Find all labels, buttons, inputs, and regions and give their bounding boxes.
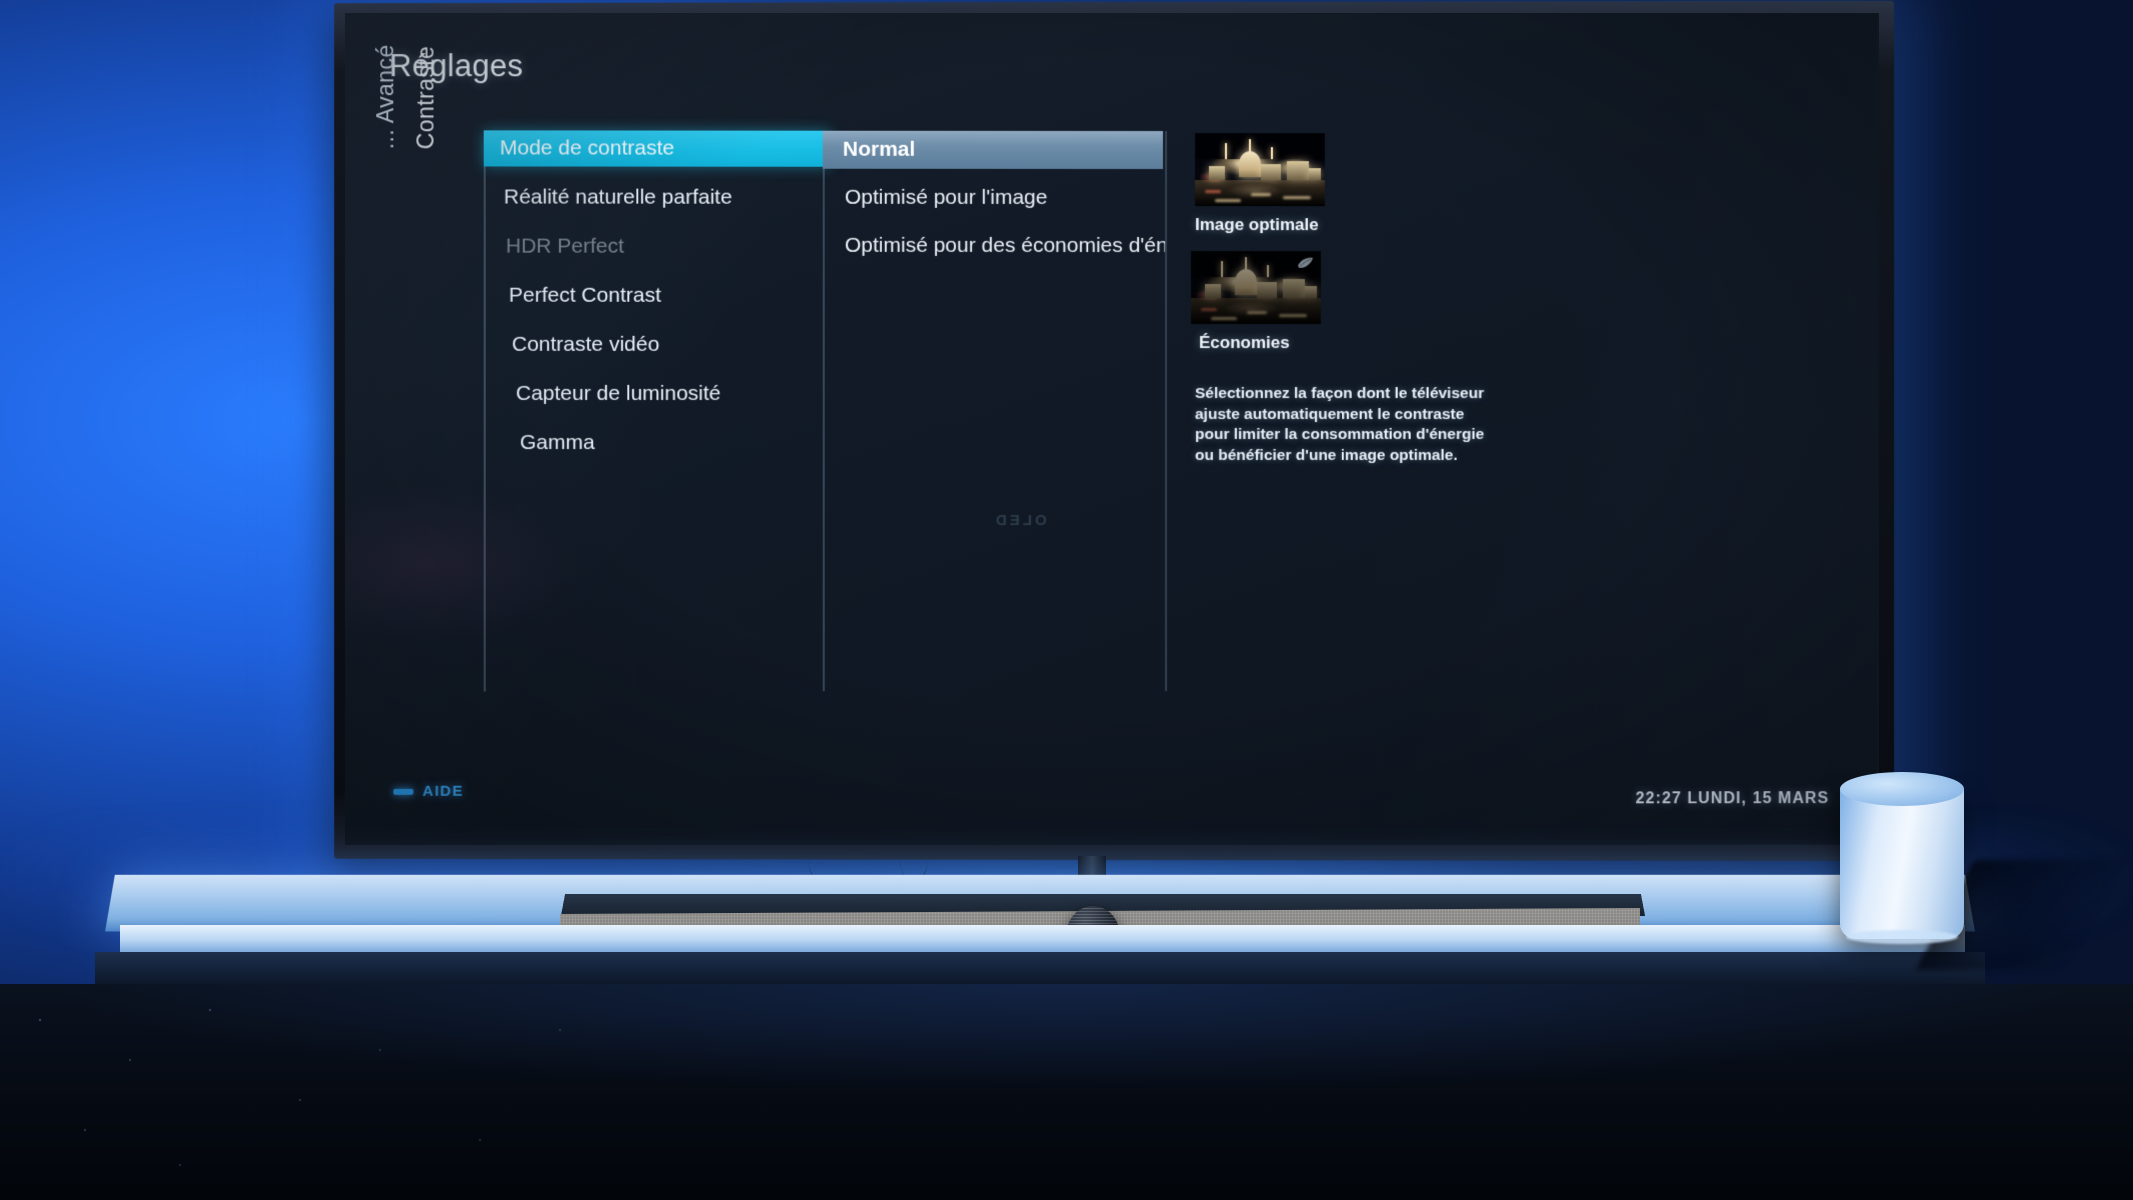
option-item-normal[interactable]: Normal	[822, 130, 1163, 170]
menu-item-mode-de-contraste[interactable]: Mode de contraste	[483, 130, 830, 167]
options-column: Normal Optimisé pour l'image Optimisé po…	[822, 130, 1165, 692]
menu-item-contraste-video[interactable]: Contraste vidéo	[486, 327, 823, 363]
shelf-underside	[95, 952, 1985, 988]
menu-item-label: Gamma	[519, 431, 595, 455]
settings-menu-column: Mode de contraste Réalité naturelle parf…	[483, 130, 830, 692]
smart-speaker-base	[1846, 930, 1958, 944]
menu-item-label: Perfect Contrast	[508, 283, 662, 307]
cityscape-thumbnail-image	[1194, 133, 1325, 207]
menu-item-label: Réalité naturelle parfaite	[503, 185, 733, 209]
smart-speaker	[1840, 789, 1964, 939]
help-button[interactable]: AIDE	[393, 782, 464, 800]
tv-settings-menu: Réglages ... Avancé Contraste Mode de co…	[345, 13, 1878, 845]
floor-texture	[0, 990, 700, 1190]
breadcrumb-parent[interactable]: ... Avancé	[372, 44, 399, 149]
option-item-label: Optimisé pour l'image	[844, 185, 1048, 209]
preview-thumbnail-optimal: Image optimale	[1194, 133, 1325, 235]
leaf-icon	[1297, 256, 1314, 269]
cityscape-thumbnail-image	[1190, 251, 1321, 325]
menu-item-realite-naturelle-parfaite[interactable]: Réalité naturelle parfaite	[486, 179, 823, 215]
option-item-optimise-pour-des-economies-d-energie[interactable]: Optimisé pour des économies d'éner	[825, 227, 1165, 265]
menu-item-gamma[interactable]: Gamma	[486, 425, 823, 461]
preview-column: Image optimale Économies Sélectionnez la…	[1164, 131, 1585, 691]
breadcrumb-current[interactable]: Contraste	[412, 46, 439, 150]
option-item-optimise-pour-l-image[interactable]: Optimisé pour l'image	[825, 179, 1165, 217]
option-item-label: Normal	[842, 137, 916, 161]
menu-item-label: Mode de contraste	[499, 136, 675, 160]
shelf-front-edge	[120, 925, 1965, 955]
page-title: Réglages	[389, 48, 524, 84]
menu-item-capteur-de-luminosite[interactable]: Capteur de luminosité	[486, 376, 823, 412]
clock: 22:27 LUNDI, 15 MARS	[1635, 790, 1830, 808]
menu-item-hdr-perfect: HDR Perfect	[486, 229, 823, 265]
preview-thumbnail-eco: Économies	[1190, 251, 1321, 353]
menu-item-label: Capteur de luminosité	[515, 381, 721, 405]
tv-screen: Réglages ... Avancé Contraste Mode de co…	[345, 13, 1879, 845]
preview-thumbnail-label: Image optimale	[1194, 215, 1319, 235]
help-label: AIDE	[422, 782, 464, 800]
menu-item-label: Contraste vidéo	[511, 332, 660, 356]
smart-speaker-top	[1840, 772, 1964, 806]
room-photo-scene: Réglages ... Avancé Contraste Mode de co…	[0, 0, 2133, 1200]
preview-thumbnail-label: Économies	[1198, 333, 1290, 353]
menu-item-label: HDR Perfect	[505, 234, 625, 258]
menu-item-perfect-contrast[interactable]: Perfect Contrast	[486, 278, 823, 314]
blue-dash-icon	[393, 788, 414, 795]
option-item-label: Optimisé pour des économies d'éner	[844, 233, 1165, 258]
preview-description: Sélectionnez la façon dont le téléviseur…	[1194, 385, 1485, 464]
breadcrumb: ... Avancé Contraste	[372, 44, 493, 383]
